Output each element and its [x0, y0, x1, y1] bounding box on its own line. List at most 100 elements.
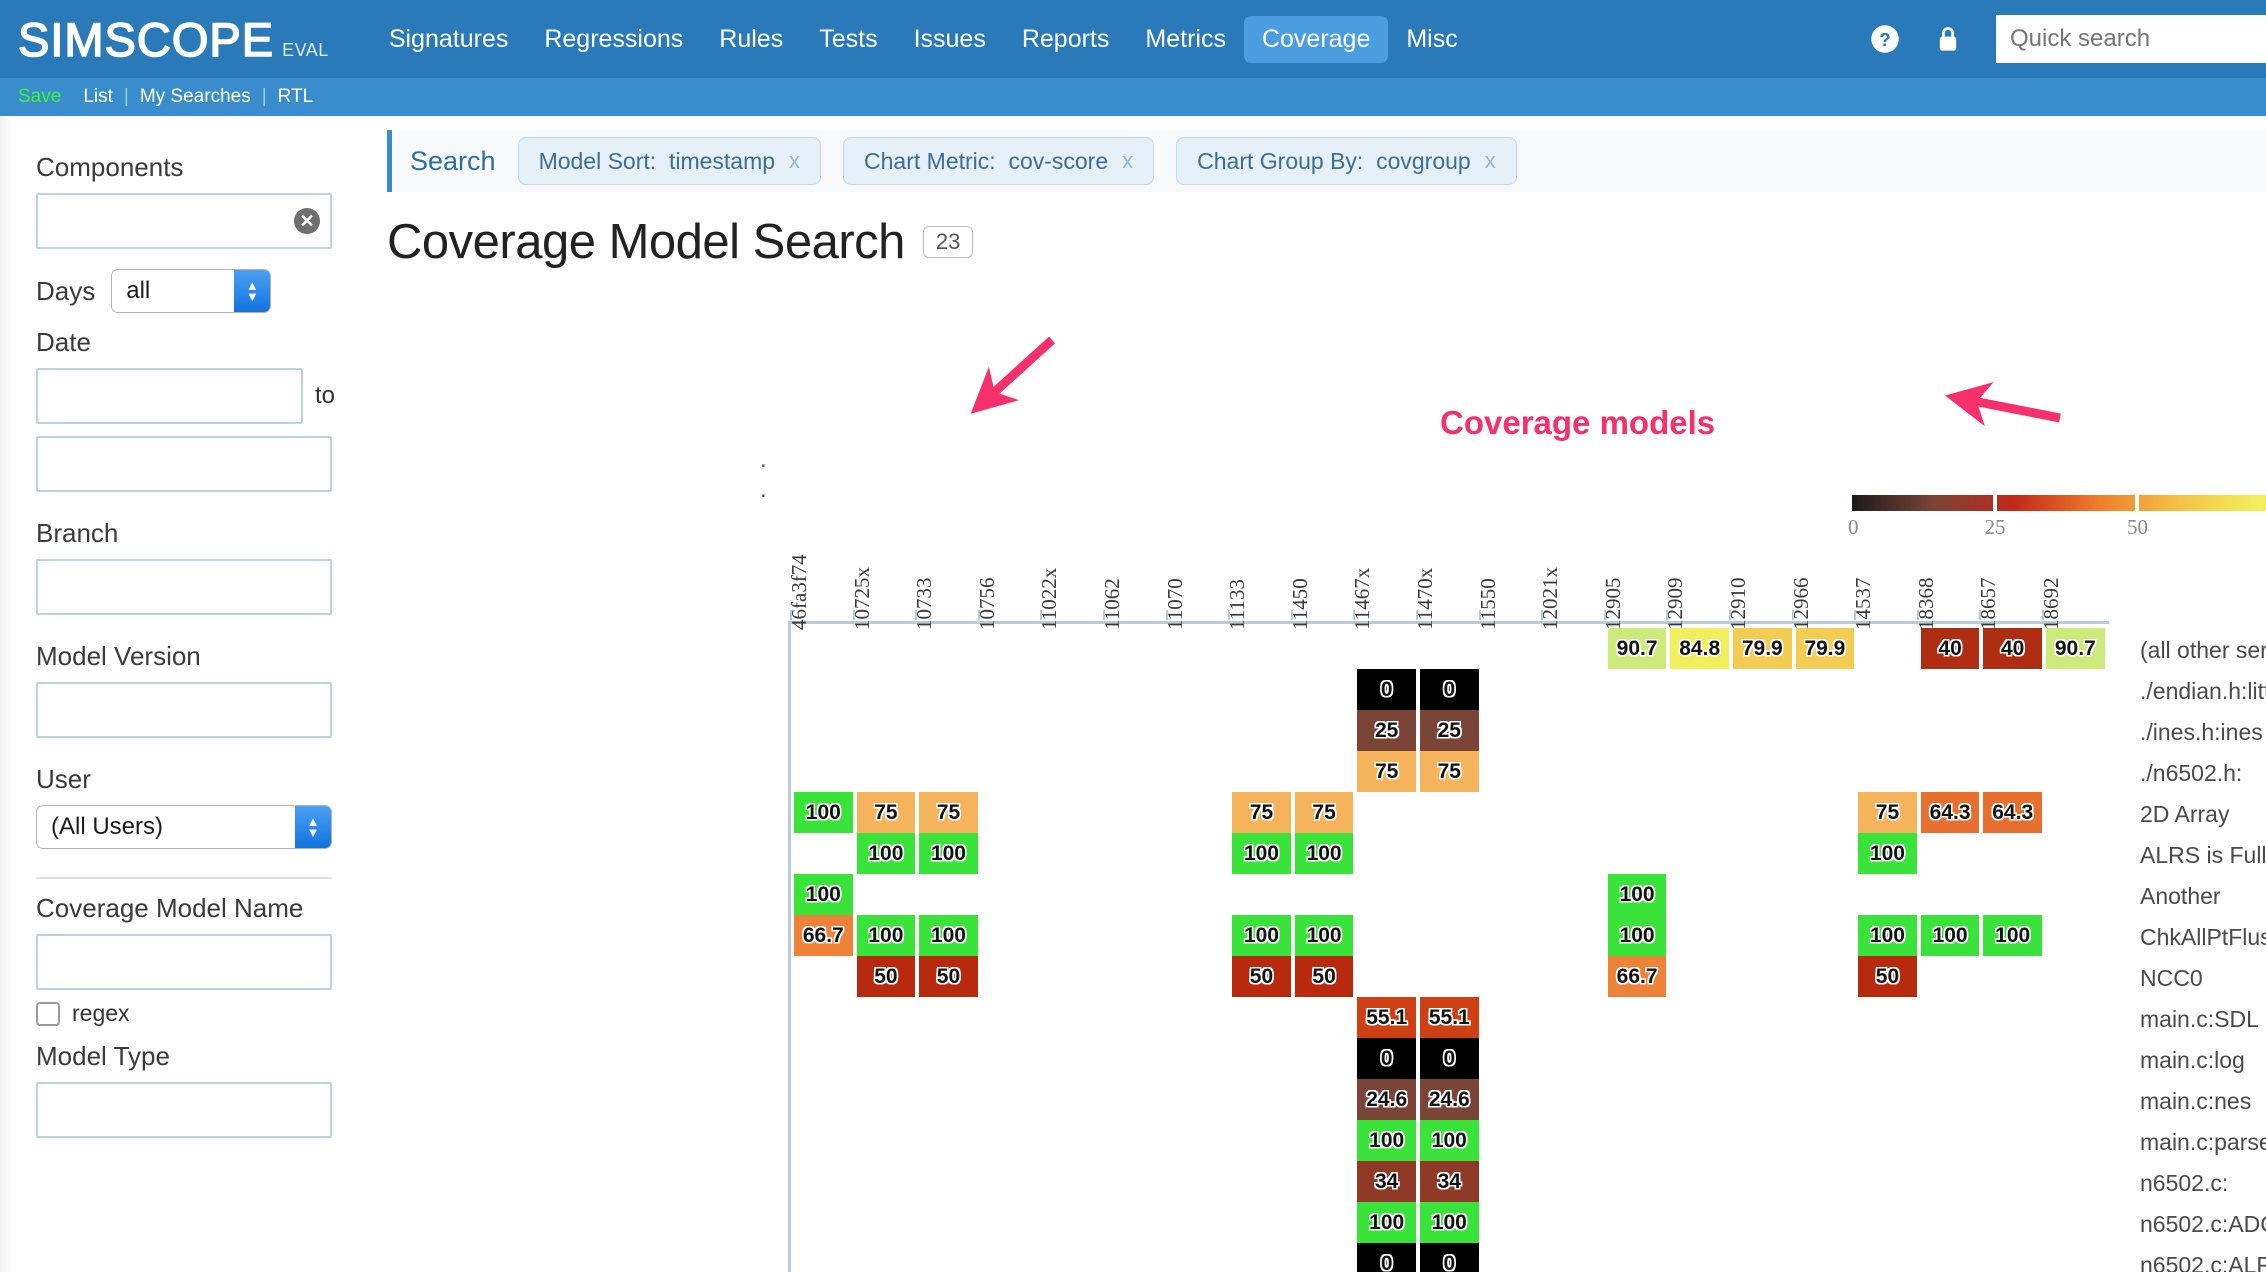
group-label-12: main.c:parse: [2140, 1129, 2266, 1155]
regex-checkbox-row[interactable]: regex: [36, 1000, 335, 1027]
model-version-input[interactable]: [36, 682, 332, 738]
nav-item-metrics[interactable]: Metrics: [1127, 16, 1244, 63]
heatmap-cell-value: 100: [1995, 923, 2031, 947]
group-label-3: ./n6502.h:: [2140, 760, 2243, 786]
model-type-input[interactable]: [36, 1082, 332, 1138]
column-label-11070: 11070: [1162, 578, 1187, 630]
axis-dot-1: .: [760, 476, 767, 503]
subnav-save[interactable]: Save: [18, 86, 72, 108]
group-label-10: main.c:log: [2140, 1047, 2245, 1073]
subnav-my-searches[interactable]: My Searches: [129, 86, 262, 108]
heatmap-cell-value: 40: [2001, 636, 2025, 660]
regex-label: regex: [72, 1000, 130, 1026]
lock-icon[interactable]: [1936, 25, 1960, 53]
group-label-2: ./ines.h:ines: [2140, 719, 2263, 745]
coverage-model-name-input[interactable]: [36, 934, 332, 990]
heatmap-cell-value: 75: [936, 800, 961, 824]
colorbar-separator-1: [2135, 495, 2139, 511]
heatmap-cell-value: 75: [1249, 800, 1274, 824]
heatmap-cell-value: 34: [1437, 1169, 1461, 1193]
nav-item-misc[interactable]: Misc: [1388, 16, 1475, 63]
column-label-11550: 11550: [1475, 578, 1500, 630]
nav-item-issues[interactable]: Issues: [896, 16, 1004, 63]
heatmap-cell: 25: [1357, 710, 1416, 751]
coverage-heatmap-chart: 46fa3f74 10725x 10733 10756 11022x 11062 11070…: [365, 116, 2266, 1272]
nav-item-coverage[interactable]: Coverage: [1243, 15, 1389, 63]
days-select[interactable]: all ▲ ▼: [111, 269, 272, 313]
heatmap-cell-value: 25: [1437, 718, 1461, 742]
heatmap-cell-value: 55.1: [1366, 1005, 1408, 1029]
nav-item-regressions[interactable]: Regressions: [526, 16, 701, 63]
subnav-list[interactable]: List: [72, 86, 124, 108]
column-label-10733: 10733: [912, 577, 937, 631]
heatmap-cell: 0: [1420, 669, 1479, 710]
colorbar-tick-25: 25: [1984, 515, 2006, 539]
heatmap-cell: 100: [856, 915, 916, 956]
heatmap-cell: 100: [1420, 1120, 1479, 1161]
help-circle-icon[interactable]: ?: [1870, 24, 1900, 54]
nav-item-tests[interactable]: Tests: [801, 16, 895, 63]
date-to-input[interactable]: [36, 436, 332, 492]
column-label-12021x: 12021x: [1538, 567, 1563, 630]
heatmap-cell: 100: [794, 874, 853, 915]
heatmap-cell: 100: [1357, 1120, 1416, 1161]
chart-y-axis: [788, 621, 791, 1272]
heatmap-cell: 55.1: [1420, 997, 1479, 1038]
heatmap-cell-value: 50: [1875, 964, 1900, 988]
subnav-rtl[interactable]: RTL: [267, 86, 325, 108]
quick-search-input[interactable]: [1996, 15, 2266, 63]
group-label-5: ALRS is Full (array of 1–bit): [2140, 842, 2266, 868]
group-label-1: ./endian.h:little: [2140, 678, 2266, 704]
heatmap-cell-value: 90.7: [1616, 636, 1658, 660]
heatmap-cell: 100: [1983, 915, 2042, 956]
heatmap-cell-value: 100: [1932, 923, 1968, 947]
heatmap-cell: 100: [1858, 915, 1917, 956]
date-from-input[interactable]: [36, 368, 303, 424]
heatmap-cell: 75: [1357, 751, 1416, 792]
branch-input[interactable]: [36, 559, 332, 615]
column-label-11467x: 11467x: [1350, 567, 1375, 630]
heatmap-cell-value: 64.3: [1929, 800, 1971, 824]
heatmap-cell-value: 0: [1380, 1046, 1393, 1070]
components-input[interactable]: ✕: [36, 193, 332, 249]
group-label-15: n6502.c:ALR: [2140, 1252, 2266, 1272]
model-version-label: Model Version: [36, 641, 201, 671]
clear-icon[interactable]: ✕: [294, 208, 320, 234]
sub-navigation-bar: Save List | My Searches | RTL: [0, 78, 2266, 116]
top-nav-right: ?: [1870, 0, 2266, 78]
column-label-12905: 12905: [1600, 577, 1625, 631]
main-menu: Signatures Regressions Rules Tests Issues Rep…: [371, 15, 1476, 63]
heatmap-cell-value: 0: [1443, 1046, 1456, 1070]
column-label-11470x: 11470x: [1413, 567, 1437, 630]
brand-logo[interactable]: SIMSCOPE EVAL: [0, 12, 329, 67]
heatmap-cell: 25: [1420, 710, 1479, 751]
heatmap-cell-value: 100: [1306, 841, 1342, 865]
column-label-12910: 12910: [1726, 577, 1750, 631]
column-label-11450: 11450: [1287, 578, 1312, 630]
heatmap-cell: 75: [1294, 792, 1354, 833]
nav-item-rules[interactable]: Rules: [701, 16, 801, 63]
regex-checkbox[interactable]: [36, 1001, 60, 1026]
nav-item-signatures[interactable]: Signatures: [371, 16, 527, 63]
heatmap-cell-value: 75: [874, 800, 898, 824]
heatmap-cell-value: 100: [868, 923, 904, 947]
heatmap-cell-value: 24.6: [1366, 1087, 1408, 1111]
brand-edition: EVAL: [282, 39, 329, 60]
heatmap-cell: 75: [856, 792, 916, 833]
nav-item-reports[interactable]: Reports: [1004, 16, 1128, 63]
heatmap-cell-value: 90.7: [2054, 636, 2096, 660]
heatmap-cell-value: 100: [1869, 841, 1905, 865]
branch-label: Branch: [36, 518, 119, 548]
heatmap-cell: 64.3: [1983, 792, 2042, 833]
column-label-11022x: 11022x: [1037, 567, 1062, 630]
days-value: all: [126, 277, 151, 304]
heatmap-cell-value: 100: [1619, 923, 1655, 947]
heatmap-cell-value: 100: [1243, 923, 1279, 947]
heatmap-cell-value: 100: [930, 923, 966, 947]
heatmap-cell-value: 100: [1431, 1210, 1467, 1234]
user-select[interactable]: (All Users) ▲ ▼: [36, 805, 332, 849]
heatmap-cell: 100: [1420, 1202, 1479, 1243]
heatmap-cell-value: 79.9: [1804, 636, 1846, 660]
heatmap-cell-value: 0: [1443, 677, 1456, 701]
heatmap-cell-value: 100: [868, 841, 904, 865]
